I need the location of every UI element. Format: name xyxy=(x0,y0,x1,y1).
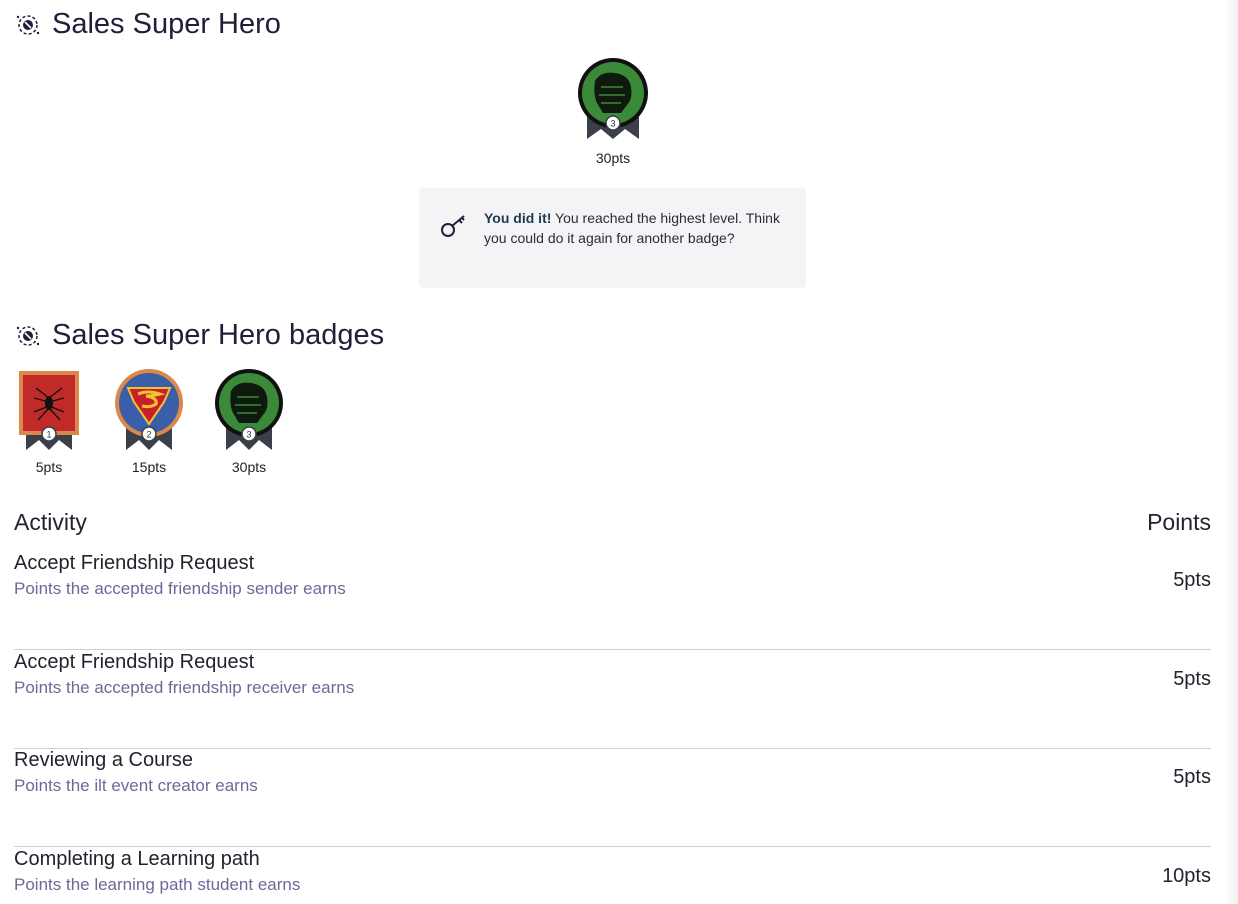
badge-spider[interactable]: 1 5pts xyxy=(14,368,84,475)
page-title-text: Sales Super Hero xyxy=(52,8,281,40)
points-column-header: Points xyxy=(1147,509,1211,535)
badges-section-title-text: Sales Super Hero badges xyxy=(52,319,385,351)
activity-column-header: Activity xyxy=(14,509,87,535)
page-title: Sales Super Hero xyxy=(14,8,281,41)
activity-points: 5pts xyxy=(1173,569,1211,591)
activity-name: Completing a Learning path xyxy=(14,848,260,870)
gamification-icon xyxy=(16,325,40,346)
badge-hulk[interactable]: 3 30pts xyxy=(214,368,284,475)
svg-text:3: 3 xyxy=(246,430,251,440)
table-row: Completing a Learning path Points the le… xyxy=(14,848,1211,904)
svg-text:3: 3 xyxy=(610,119,615,129)
badges-list: 1 5pts 2 15pts 3 30pts xyxy=(14,368,284,475)
activity-description: Points the ilt event creator earns xyxy=(14,776,258,795)
table-row: Accept Friendship Request Points the acc… xyxy=(14,651,1211,749)
activity-points: 5pts xyxy=(1173,766,1211,788)
notice-strong: You did it! xyxy=(484,210,552,226)
table-row: Accept Friendship Request Points the acc… xyxy=(14,552,1211,650)
activity-table-header: Activity Points xyxy=(14,509,1211,536)
spider-badge-icon: 1 xyxy=(19,371,79,450)
gamification-icon xyxy=(16,14,40,35)
key-icon xyxy=(441,215,465,237)
highest-level-notice: You did it! You reached the highest leve… xyxy=(419,188,806,288)
current-badge-hulk: 3 xyxy=(578,58,648,139)
page: Sales Super Hero 3 30pts You did it! You… xyxy=(0,0,1226,904)
table-row: Reviewing a Course Points the ilt event … xyxy=(14,749,1211,847)
activity-name: Accept Friendship Request xyxy=(14,651,255,673)
badges-section-title: Sales Super Hero badges xyxy=(14,319,384,352)
badge-points: 15pts xyxy=(131,459,167,475)
activity-description: Points the accepted friendship sender ea… xyxy=(14,579,346,598)
current-badge-points: 30pts xyxy=(595,150,631,166)
activity-points: 10pts xyxy=(1162,865,1211,887)
svg-text:1: 1 xyxy=(46,430,51,440)
hulk-badge-icon: 3 xyxy=(215,369,283,450)
superman-badge-icon: 2 xyxy=(115,369,183,450)
badge-superman[interactable]: 2 15pts xyxy=(114,368,184,475)
notice-text: You did it! You reached the highest leve… xyxy=(484,208,784,248)
activity-name: Reviewing a Course xyxy=(14,749,193,771)
activity-description: Points the learning path student earns xyxy=(14,875,301,894)
activity-name: Accept Friendship Request xyxy=(14,552,255,574)
svg-text:2: 2 xyxy=(146,430,151,440)
activity-points: 5pts xyxy=(1173,668,1211,690)
badge-points: 5pts xyxy=(35,459,63,475)
activity-description: Points the accepted friendship receiver … xyxy=(14,678,355,697)
scrollbar-edge[interactable] xyxy=(1226,0,1238,904)
badge-points: 30pts xyxy=(231,459,267,475)
